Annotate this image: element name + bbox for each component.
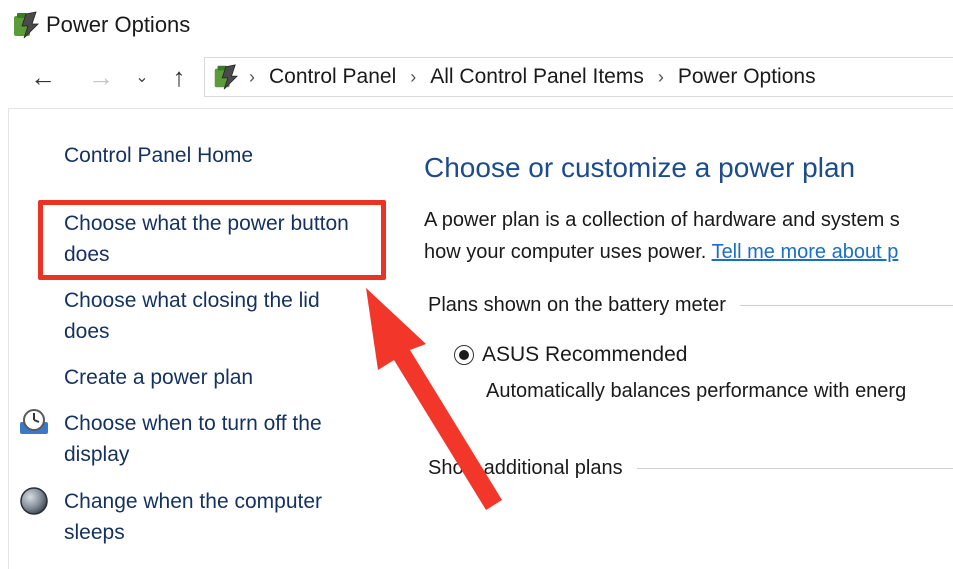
arrow-left-icon: ←	[30, 61, 56, 92]
breadcrumb-item-power-options[interactable]: Power Options	[678, 65, 816, 89]
sidebar-item-label: display	[64, 443, 130, 466]
recent-locations-button[interactable]: ⌄	[132, 61, 152, 93]
sidebar-item-computer-sleeps[interactable]: Change when the computer sleeps	[64, 486, 322, 548]
sidebar-item-turn-off-display[interactable]: Choose when to turn off the display	[64, 408, 322, 470]
power-options-icon	[14, 11, 39, 39]
sidebar-item-label: does	[64, 320, 110, 343]
sleep-moon-icon	[20, 487, 48, 515]
sidebar-item-closing-lid[interactable]: Choose what closing the lid does	[64, 285, 320, 347]
highlight-box	[38, 200, 386, 280]
arrow-right-icon: →	[88, 61, 114, 92]
sidebar-item-label: sleeps	[64, 521, 125, 544]
address-bar[interactable]: › Control Panel › All Control Panel Item…	[204, 57, 953, 97]
control-panel-home-link[interactable]: Control Panel Home	[64, 140, 253, 171]
breadcrumb-item-all-items[interactable]: All Control Panel Items	[430, 65, 644, 89]
description-line: how your computer uses power. Tell me mo…	[424, 236, 900, 268]
up-button[interactable]: ↑	[164, 61, 194, 93]
sidebar-item-create-plan[interactable]: Create a power plan	[64, 362, 253, 393]
annotation-arrow-icon	[366, 288, 502, 510]
chevron-right-icon[interactable]: ›	[658, 67, 664, 88]
page-description: A power plan is a collection of hardware…	[424, 204, 900, 268]
navigation-bar: ← → ⌄ ↑ › Control Panel › All Control Pa…	[0, 55, 953, 99]
chevron-right-icon[interactable]: ›	[410, 67, 416, 88]
sidebar-item-label: Choose what closing the lid	[64, 289, 320, 312]
sidebar-item-label: Create a power plan	[64, 366, 254, 389]
power-options-icon	[214, 64, 239, 90]
sidebar-item-label: Change when the computer	[64, 490, 322, 513]
description-line: A power plan is a collection of hardware…	[424, 209, 900, 231]
arrow-up-icon: ↑	[172, 61, 186, 92]
chevron-right-icon[interactable]: ›	[249, 67, 255, 88]
tell-me-more-link[interactable]: Tell me more about p	[712, 241, 899, 263]
page-title: Choose or customize a power plan	[424, 152, 856, 183]
forward-button[interactable]: →	[84, 61, 118, 93]
breadcrumb: › Control Panel › All Control Panel Item…	[249, 58, 816, 96]
group-divider	[739, 305, 953, 306]
chevron-down-icon: ⌄	[135, 69, 149, 86]
description-text: how your computer uses power.	[424, 241, 712, 263]
display-clock-icon	[20, 409, 48, 434]
group-divider	[636, 468, 953, 469]
plan-description: Automatically balances performance with …	[486, 380, 907, 402]
breadcrumb-item-control-panel[interactable]: Control Panel	[269, 65, 396, 89]
title-bar: Power Options	[0, 0, 953, 50]
sidebar-item-label: Choose when to turn off the	[64, 412, 322, 435]
window-title: Power Options	[46, 12, 191, 37]
back-button[interactable]: ←	[26, 61, 60, 93]
